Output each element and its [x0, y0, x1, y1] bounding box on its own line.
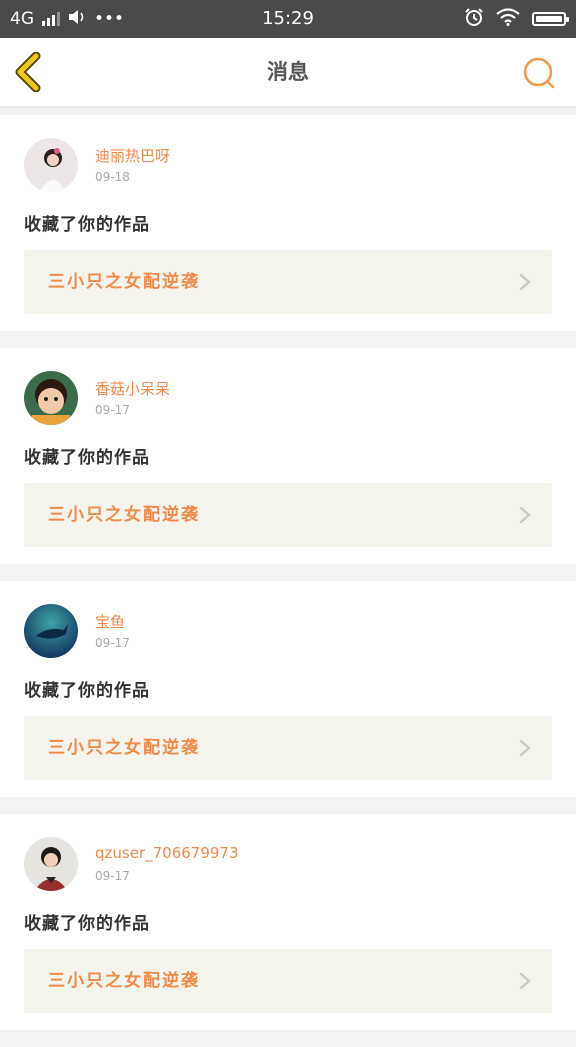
chevron-right-icon	[519, 739, 531, 757]
work-title: 三小只之女配逆袭	[48, 505, 200, 525]
avatar[interactable]	[24, 138, 78, 192]
message-card: 宝鱼 09-17 收藏了你的作品 三小只之女配逆袭	[0, 581, 576, 797]
avatar[interactable]	[24, 604, 78, 658]
username[interactable]: 迪丽热巴呀	[95, 145, 170, 166]
chevron-right-icon	[519, 273, 531, 291]
message-list: 迪丽热巴呀 09-18 收藏了你的作品 三小只之女配逆袭 香菇小呆呆 09-17…	[0, 115, 576, 1047]
work-link[interactable]: 三小只之女配逆袭	[24, 250, 552, 314]
chevron-right-icon	[519, 506, 531, 524]
alarm-icon	[464, 7, 484, 31]
nav-bar: 消息	[0, 38, 576, 107]
message-card: qzuser_706679973 09-17 收藏了你的作品 三小只之女配逆袭	[0, 814, 576, 1030]
message-date: 09-17	[95, 403, 130, 417]
search-icon	[523, 57, 555, 89]
work-link[interactable]: 三小只之女配逆袭	[24, 716, 552, 780]
message-date: 09-17	[95, 636, 130, 650]
work-link[interactable]: 三小只之女配逆袭	[24, 483, 552, 547]
chevron-right-icon	[519, 972, 531, 990]
username[interactable]: 宝鱼	[95, 611, 125, 632]
action-text: 收藏了你的作品	[24, 914, 150, 934]
work-link[interactable]: 三小只之女配逆袭	[24, 949, 552, 1013]
status-bar: 4G ••• 15:29	[0, 0, 576, 38]
username[interactable]: qzuser_706679973	[95, 844, 239, 862]
action-text: 收藏了你的作品	[24, 448, 150, 468]
username[interactable]: 香菇小呆呆	[95, 378, 170, 399]
avatar[interactable]	[24, 837, 78, 891]
message-date: 09-17	[95, 869, 130, 883]
message-card: 迪丽热巴呀 09-18 收藏了你的作品 三小只之女配逆袭	[0, 115, 576, 331]
battery-icon	[532, 12, 569, 26]
work-title: 三小只之女配逆袭	[48, 971, 200, 991]
avatar[interactable]	[24, 371, 78, 425]
message-card: 香菇小呆呆 09-17 收藏了你的作品 三小只之女配逆袭	[0, 348, 576, 564]
search-button[interactable]	[522, 56, 556, 90]
page-title: 消息	[267, 60, 309, 84]
action-text: 收藏了你的作品	[24, 681, 150, 701]
message-date: 09-18	[95, 170, 130, 184]
work-title: 三小只之女配逆袭	[48, 738, 200, 758]
status-right	[464, 0, 569, 38]
action-text: 收藏了你的作品	[24, 215, 150, 235]
wifi-icon	[496, 8, 520, 30]
work-title: 三小只之女配逆袭	[48, 272, 200, 292]
